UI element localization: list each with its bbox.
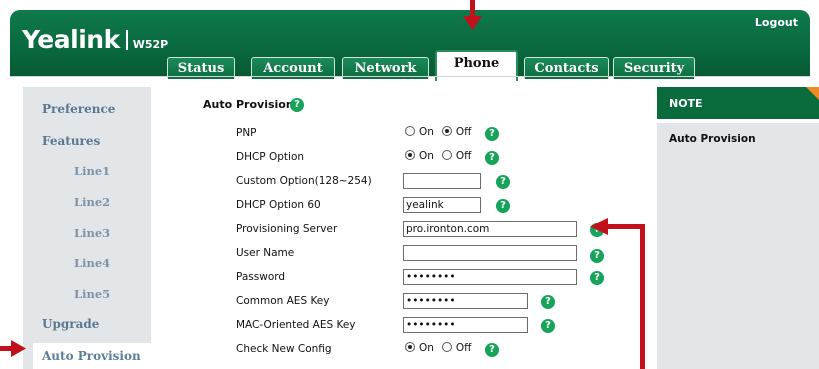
pnp-help-icon[interactable]: ?	[485, 127, 499, 141]
user-name-help-icon[interactable]: ?	[590, 249, 604, 263]
dhcp-option-60-help-icon[interactable]: ?	[496, 199, 510, 213]
header-divider	[10, 76, 810, 77]
pnp-off-label: Off	[455, 126, 472, 138]
check-new-config-off-radio[interactable]	[441, 342, 452, 352]
common-aes-key-label: Common AES Key	[236, 295, 330, 307]
dhcp-option-60-label: DHCP Option 60	[236, 199, 321, 211]
check-new-config-on-radio[interactable]	[405, 342, 415, 352]
note-text: Auto Provision	[669, 133, 756, 145]
custom-option-label: Custom Option(128~254)	[236, 175, 372, 187]
logo-separator	[125, 30, 128, 50]
logout-link[interactable]: Logout	[755, 16, 798, 29]
pnp-on-label: On	[419, 126, 434, 138]
pnp-radio-group: On Off	[405, 126, 479, 138]
dhcp-option-label: DHCP Option	[236, 151, 305, 163]
dhcp-option-off-label: Off	[455, 150, 472, 162]
sidebar-item-line5[interactable]: Line5	[23, 283, 151, 305]
sidebar-item-line4[interactable]: Line4	[23, 252, 151, 274]
custom-option-help-icon[interactable]: ?	[496, 175, 510, 189]
arrow-head-right-icon	[11, 340, 26, 357]
note-panel	[657, 123, 819, 369]
password-input[interactable]: ••••••••	[403, 269, 577, 285]
mac-aes-key-label: MAC-Oriented AES Key	[236, 319, 356, 331]
pnp-on-radio[interactable]	[405, 126, 415, 136]
pnp-off-radio[interactable]	[441, 126, 452, 136]
sidebar-item-line2[interactable]: Line2	[23, 191, 151, 213]
sidebar-item-features[interactable]: Features	[23, 130, 151, 152]
password-help-icon[interactable]: ?	[590, 271, 604, 285]
dhcp-option-off-radio[interactable]	[441, 150, 452, 160]
sidebar-item-line1[interactable]: Line1	[23, 160, 151, 182]
user-name-label: User Name	[236, 247, 295, 259]
note-corner-decoration	[806, 87, 819, 100]
custom-option-input[interactable]	[403, 173, 481, 189]
check-new-config-off-label: Off	[455, 342, 472, 354]
check-new-config-on-label: On	[419, 342, 434, 354]
common-aes-key-input[interactable]: ••••••••	[403, 293, 528, 309]
user-name-input[interactable]	[403, 245, 577, 261]
provisioning-server-label: Provisioning Server	[236, 223, 338, 235]
arrow-head-left-icon	[590, 218, 608, 235]
pnp-label: PNP	[236, 127, 257, 139]
brand-name: Yealink	[22, 25, 120, 54]
dhcp-option-on-radio[interactable]	[405, 150, 415, 160]
yealink-logo: Yealink W52P	[22, 25, 168, 54]
arrow-head-down-icon	[463, 16, 482, 30]
check-new-config-radio-group: On Off	[405, 342, 479, 354]
mac-aes-key-help-icon[interactable]: ?	[541, 319, 555, 333]
dhcp-option-on-label: On	[419, 150, 434, 162]
sidebar-item-upgrade[interactable]: Upgrade	[23, 313, 151, 335]
header-bar: Yealink W52P Logout Status Account Networ…	[10, 10, 810, 81]
note-header: NOTE	[657, 87, 819, 119]
help-icon[interactable]: ?	[290, 98, 304, 112]
sidebar-item-auto-provision[interactable]: Auto Provision	[33, 343, 151, 369]
section-title: Auto Provision	[203, 98, 294, 111]
check-new-config-help-icon[interactable]: ?	[485, 343, 499, 357]
dhcp-option-radio-group: On Off	[405, 150, 479, 162]
sidebar: Preference Features Line1 Line2 Line3 Li…	[23, 87, 151, 369]
common-aes-key-help-icon[interactable]: ?	[541, 295, 555, 309]
password-label: Password	[236, 271, 286, 283]
mac-aes-key-input[interactable]: ••••••••	[403, 317, 528, 333]
dhcp-option-help-icon[interactable]: ?	[485, 151, 499, 165]
check-new-config-label: Check New Config	[236, 343, 332, 355]
sidebar-item-line3[interactable]: Line3	[23, 222, 151, 244]
sidebar-item-preference[interactable]: Preference	[23, 98, 151, 120]
dhcp-option-60-input[interactable]: yealink	[403, 197, 481, 213]
provisioning-server-input[interactable]: pro.ironton.com	[403, 221, 577, 237]
model-name: W52P	[132, 38, 169, 51]
